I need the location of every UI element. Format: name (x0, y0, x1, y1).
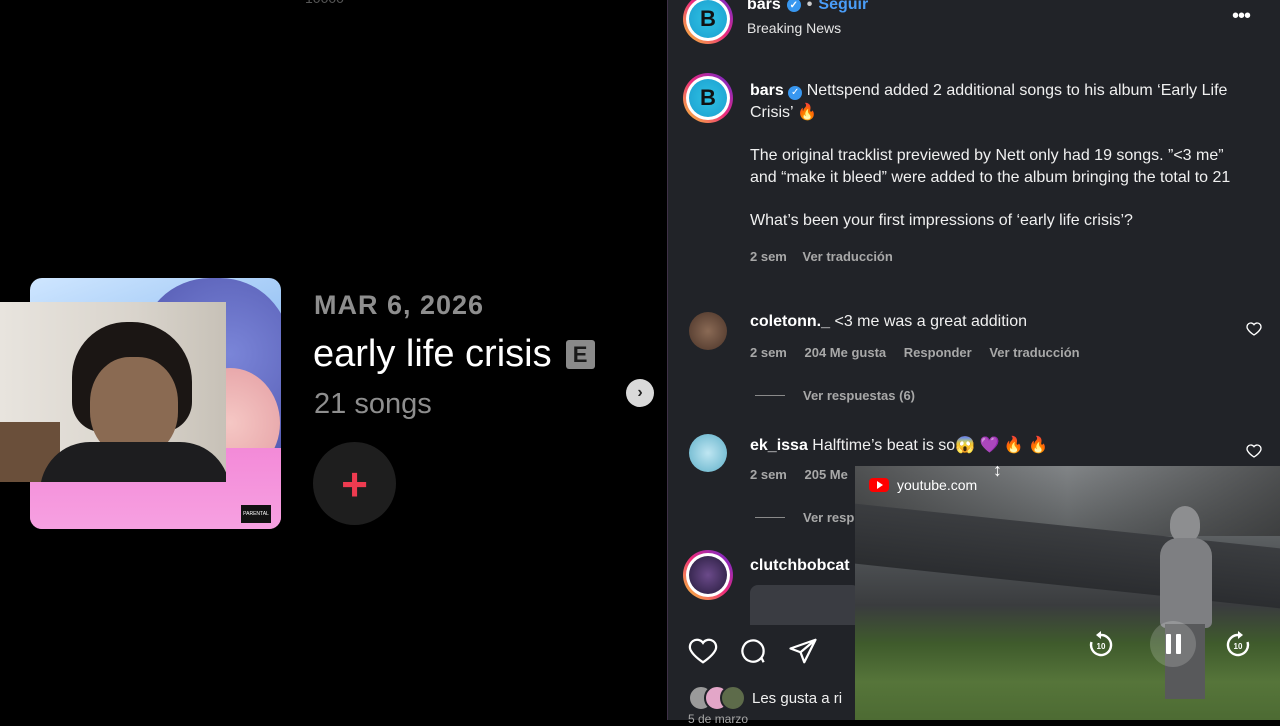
comment-likes[interactable]: 204 Me gusta (805, 345, 887, 360)
like-comment-icon[interactable] (1246, 443, 1262, 459)
verified-icon: ✓ (788, 85, 803, 100)
resize-cursor-icon: ↕ (993, 460, 1002, 480)
comment-media-thumbnail[interactable] (750, 585, 860, 625)
comment-time: 2 sem (750, 467, 787, 482)
header-subtitle: Breaking News (747, 20, 842, 36)
separator: • (806, 0, 813, 13)
picture-in-picture-player[interactable]: youtube.com 10 10 (855, 466, 1280, 720)
plus-icon: + (341, 457, 368, 510)
share-icon[interactable] (788, 636, 818, 666)
comment-text: clutchbobcat (750, 557, 850, 575)
rewind-10-button[interactable]: 10 (1085, 629, 1117, 661)
comment-text: coletonn._ <3 me was a great addition (750, 313, 1028, 330)
pip-source-label: youtube.com (897, 477, 978, 493)
top-fragment: 10000 (305, 0, 344, 6)
album-title: early life crisis (313, 333, 552, 375)
post-header: bars ✓ • Seguir (747, 0, 868, 14)
like-comment-icon[interactable] (1246, 321, 1262, 337)
reply-button[interactable]: Responder (904, 345, 972, 360)
album-panel: 10000 PARENTAL MAR 6, 2026 early life cr… (0, 0, 667, 720)
more-options-icon[interactable]: ••• (1232, 5, 1251, 28)
parental-advisory-logo: PARENTAL (241, 505, 271, 523)
panel-divider (667, 0, 668, 720)
caption-account[interactable]: bars (750, 82, 784, 99)
likes-row[interactable]: Les gusta a ri (688, 685, 842, 711)
header-account-name[interactable]: bars (747, 0, 781, 14)
next-button[interactable]: › (626, 379, 654, 407)
add-to-library-button[interactable]: + (313, 442, 396, 525)
post-caption: bars ✓ Nettspend added 2 additional song… (750, 80, 1240, 267)
explicit-badge: E (565, 340, 595, 369)
chevron-right-icon: › (637, 384, 643, 401)
comment-user[interactable]: clutchbobcat (750, 557, 850, 574)
caption-meta: 2 sem Ver traducción (750, 246, 1240, 268)
post-avatar[interactable]: B (683, 73, 733, 123)
comment-time: 2 sem (750, 345, 787, 360)
view-replies-link[interactable]: Ver resp (755, 510, 854, 525)
svg-text:10: 10 (1234, 642, 1243, 651)
caption-time: 2 sem (750, 248, 787, 264)
comment-user[interactable]: coletonn._ (750, 313, 830, 330)
svg-text:10: 10 (1097, 642, 1106, 651)
caption-translate-link[interactable]: Ver traducción (803, 249, 893, 264)
youtube-icon (869, 478, 889, 492)
comment-avatar[interactable] (683, 550, 733, 600)
post-date: 5 de marzo (688, 712, 749, 726)
comment-icon[interactable] (738, 636, 768, 666)
comment-meta: 2 sem 204 Me gusta Responder Ver traducc… (750, 345, 1094, 360)
caption-line-1: Nettspend added 2 additional songs to hi… (750, 82, 1228, 121)
rewind-icon: 10 (1089, 631, 1113, 657)
webcam-overlay (0, 302, 226, 482)
caption-line-2: The original tracklist previewed by Nett… (750, 147, 1231, 186)
comment-likes[interactable]: 205 Me (805, 467, 848, 482)
translate-link[interactable]: Ver traducción (989, 345, 1079, 360)
pause-button[interactable] (1150, 621, 1196, 667)
comment-avatar[interactable] (689, 434, 727, 472)
verified-icon: ✓ (786, 0, 801, 12)
forward-icon: 10 (1226, 631, 1250, 657)
follow-button[interactable]: Seguir (818, 0, 868, 14)
likes-text: Les gusta a ri (752, 689, 843, 707)
view-replies-link[interactable]: Ver respuestas (6) (755, 388, 915, 403)
caption-line-3: What’s been your first impressions of ‘e… (750, 212, 1133, 229)
like-icon[interactable] (688, 636, 718, 666)
liker-avatar (720, 685, 746, 711)
release-date: MAR 6, 2026 (314, 290, 485, 320)
forward-10-button[interactable]: 10 (1222, 629, 1254, 661)
album-title-row: early life crisis E (313, 333, 595, 376)
comment-user[interactable]: ek_issa (750, 437, 808, 454)
comment-avatar[interactable] (689, 312, 727, 350)
pip-source: youtube.com (869, 477, 977, 493)
comment-meta: 2 sem 205 Me (750, 467, 862, 482)
action-bar (688, 636, 818, 666)
comment-text: ek_issa Halftime’s beat is so😱 💜 🔥 🔥 (750, 437, 1049, 454)
song-count: 21 songs (314, 388, 432, 420)
